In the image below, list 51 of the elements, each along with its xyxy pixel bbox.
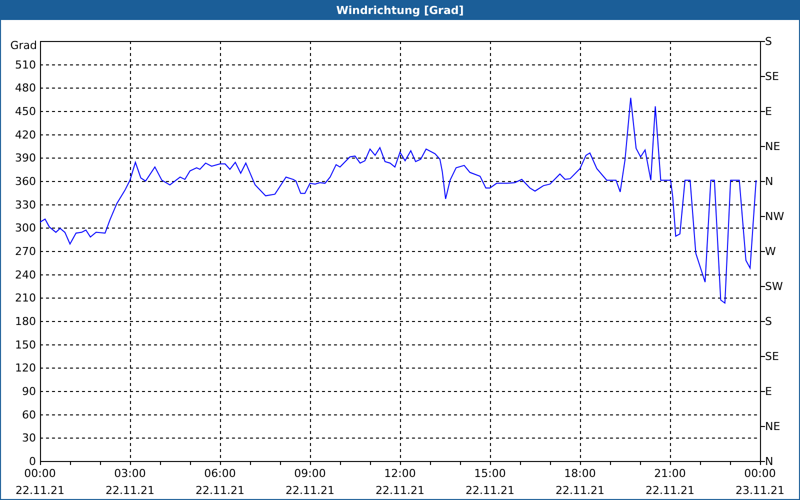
- x-tick-label: 03:00: [114, 467, 146, 480]
- compass-label: NE: [765, 140, 780, 153]
- x-tick-label: 00:00: [24, 467, 56, 480]
- date-label: 22.11.21: [286, 484, 334, 497]
- x-tick-label: 15:00: [474, 467, 506, 480]
- x-tick-label: 09:00: [294, 467, 326, 480]
- compass-label: SE: [765, 350, 779, 363]
- window-title: Windrichtung [Grad]: [336, 4, 464, 16]
- y-tick-label: 240: [15, 268, 36, 282]
- axis-title: Grad: [10, 39, 37, 52]
- x-tick-label: 00:00: [744, 467, 776, 480]
- x-tick-label: 12:00: [384, 467, 416, 480]
- x-tick-label: 06:00: [204, 467, 236, 480]
- y-tick-label: 90: [22, 385, 36, 398]
- y-tick-label: 150: [15, 338, 36, 352]
- y-tick-label: 450: [15, 105, 36, 118]
- y-tick-label: 480: [15, 82, 36, 95]
- x-tick-label: 18:00: [564, 467, 596, 480]
- y-tick-label: 60: [22, 408, 36, 422]
- compass-label: N: [765, 455, 774, 468]
- date-label: 22.11.21: [376, 484, 424, 497]
- date-label: 22.11.21: [196, 484, 244, 497]
- compass-label: SE: [765, 70, 779, 83]
- compass-label: E: [765, 105, 772, 118]
- compass-label: W: [765, 245, 776, 258]
- x-tick-label: 21:00: [654, 467, 686, 480]
- compass-label: N: [765, 175, 774, 188]
- y-tick-label: 0: [29, 455, 36, 468]
- date-label: 22.11.21: [646, 484, 694, 497]
- date-label: 23.11.21: [736, 484, 784, 497]
- compass-label: NE: [765, 420, 780, 433]
- y-tick-label: 300: [15, 222, 36, 235]
- y-tick-label: 120: [15, 362, 36, 375]
- y-tick-label: 330: [15, 198, 36, 212]
- y-tick-label: 510: [15, 58, 36, 72]
- y-tick-label: 420: [15, 128, 36, 142]
- date-label: 22.11.21: [106, 484, 154, 497]
- y-tick-label: 180: [15, 315, 36, 328]
- date-label: 22.11.21: [16, 484, 64, 497]
- y-tick-label: 360: [15, 175, 36, 188]
- date-label: 22.11.21: [466, 484, 514, 497]
- y-tick-label: 270: [15, 245, 36, 258]
- compass-label: SW: [765, 280, 783, 293]
- y-tick-label: 390: [15, 152, 36, 165]
- y-tick-label: 210: [15, 292, 36, 305]
- compass-label: S: [765, 315, 772, 328]
- compass-label: E: [765, 385, 772, 398]
- compass-label: S: [765, 35, 772, 48]
- y-tick-label: 30: [22, 432, 36, 445]
- date-label: 22.11.21: [556, 484, 604, 497]
- compass-label: NW: [765, 210, 784, 223]
